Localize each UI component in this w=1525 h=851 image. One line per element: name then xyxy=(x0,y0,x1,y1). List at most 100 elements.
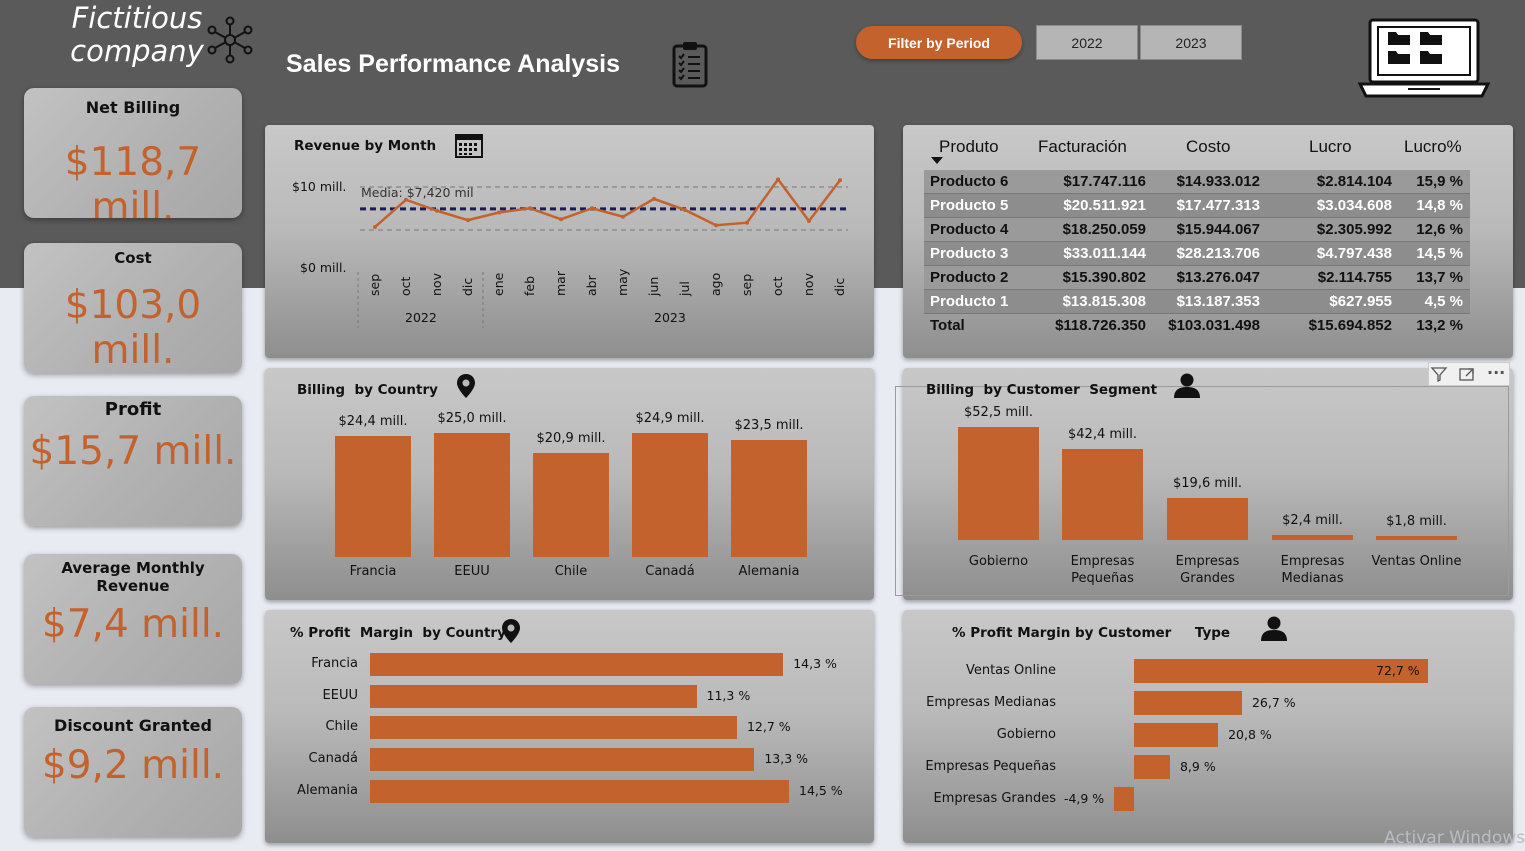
month-tick-label: dic xyxy=(832,277,847,296)
table-total-row: Total $118.726.350 $103.031.498 $15.694.852… xyxy=(924,314,1470,338)
col-header-lucro[interactable]: Lucro xyxy=(1309,137,1352,157)
country-billing-bar[interactable] xyxy=(731,440,807,557)
filter-by-period-label: Filter by Period xyxy=(856,26,1022,59)
y-tick-10m: $10 mill. xyxy=(292,179,347,194)
country-margin-bar[interactable] xyxy=(370,779,789,803)
bar-data-label: $2,4 mill. xyxy=(1282,512,1343,528)
kpi-card-net-billing: Net Billing $118,7 mill. xyxy=(24,88,242,218)
filter-icon[interactable] xyxy=(1430,365,1448,383)
bar-data-label: 20,8 % xyxy=(1228,727,1272,742)
country-billing-bar[interactable] xyxy=(632,433,708,557)
col-header-facturacion[interactable]: Facturación xyxy=(1038,137,1127,157)
month-tick-label: may xyxy=(615,268,630,296)
table-cell: $627.955 xyxy=(1329,293,1392,310)
network-icon xyxy=(207,16,253,64)
total-label-cell: Total xyxy=(930,317,965,334)
total-cell: 13,2 % xyxy=(1416,317,1463,334)
country-billing-bar[interactable] xyxy=(533,453,609,557)
table-row[interactable]: Producto 5 $20.511.921 $17.477.313 $3.034.6… xyxy=(924,194,1470,218)
country-axis-label: Canadá xyxy=(645,564,695,579)
table-row[interactable]: Producto 2 $15.390.802 $13.276.047 $2.114.7… xyxy=(924,266,1470,290)
billing-country-title: Billing by Country xyxy=(297,382,438,398)
customer-type-axis-label: Gobierno xyxy=(996,727,1056,742)
country-axis-label: Alemania xyxy=(738,564,800,579)
month-tick-label: abr xyxy=(584,275,599,296)
table-cell: $4.797.438 xyxy=(1316,245,1392,262)
sort-desc-icon[interactable] xyxy=(931,157,943,164)
customer-margin-bar[interactable] xyxy=(1134,755,1170,779)
table-row[interactable]: Producto 6 $17.747.116 $14.933.012 $2.814.1… xyxy=(924,170,1470,194)
col-header-lucro-pct[interactable]: Lucro% xyxy=(1404,137,1462,157)
country-billing-bar[interactable] xyxy=(434,433,510,557)
product-name-cell: Producto 6 xyxy=(930,173,1009,190)
segment-billing-bar[interactable] xyxy=(1167,497,1248,540)
clipboard-icon xyxy=(672,42,708,88)
month-tick-label: jun xyxy=(646,276,661,296)
kpi-card-profit: Profit $15,7 mill. xyxy=(24,396,242,526)
table-cell: $20.511.921 xyxy=(1063,197,1146,214)
user-icon xyxy=(1261,616,1287,641)
focus-mode-icon[interactable] xyxy=(1458,365,1476,383)
customer-type-axis-label: Ventas Online xyxy=(965,663,1056,678)
kpi-value: $9,2 mill. xyxy=(41,743,225,788)
margin-country-title: % Profit Margin by Country xyxy=(290,625,506,641)
month-tick-label: oct xyxy=(770,276,785,296)
bar-data-label: 72,7 % xyxy=(1376,663,1420,678)
laptop-folders-icon xyxy=(1358,18,1490,98)
product-name-cell: Producto 4 xyxy=(930,221,1009,238)
country-axis-label: Francia xyxy=(311,656,358,671)
year-2023-button[interactable]: 2023 xyxy=(1140,25,1242,60)
segment-axis-label: Empresas Pequeñas xyxy=(1070,554,1135,586)
customer-type-axis-label: Empresas Medianas xyxy=(926,695,1056,710)
customer-margin-bar[interactable] xyxy=(1114,787,1134,811)
month-tick-label: sep xyxy=(367,273,382,296)
location-pin-icon xyxy=(457,374,475,398)
country-axis-label: EEUU xyxy=(322,687,358,703)
table-row[interactable]: Producto 4 $18.250.059 $15.944.067 $2.305.9… xyxy=(924,218,1470,242)
bar-data-label: -4,9 % xyxy=(1063,791,1105,806)
country-axis-label: Canadá xyxy=(308,751,358,767)
table-cell: 13,7 % xyxy=(1416,269,1463,286)
kpi-value: $7,4 mill. xyxy=(41,602,225,647)
bar-data-label: 26,7 % xyxy=(1251,695,1296,710)
customer-margin-bar[interactable] xyxy=(1134,691,1242,715)
segment-billing-bar[interactable] xyxy=(1062,448,1143,540)
average-label: Media: $7,420 mil xyxy=(361,185,474,200)
country-axis-label: Francia xyxy=(349,564,397,579)
country-margin-bar[interactable] xyxy=(370,684,697,708)
more-options-icon[interactable]: ··· xyxy=(1487,363,1505,382)
country-margin-bar[interactable] xyxy=(370,716,737,740)
segment-axis-label: Gobierno xyxy=(968,554,1029,569)
total-cell: $118.726.350 xyxy=(1055,317,1146,334)
bar-data-label: 14,5 % xyxy=(799,782,843,798)
table-row[interactable]: Producto 3 $33.011.144 $28.213.706 $4.797.4… xyxy=(924,242,1470,266)
kpi-card-discount-granted: Discount Granted $9,2 mill. xyxy=(24,707,242,837)
country-margin-bar[interactable] xyxy=(370,653,784,676)
bar-data-label: 14,3 % xyxy=(793,656,837,671)
segment-billing-bar[interactable] xyxy=(1272,534,1353,540)
margin-customer-title: % Profit Margin by Customer Type xyxy=(952,625,1231,641)
product-name-cell: Producto 2 xyxy=(930,269,1009,286)
segment-billing-bar[interactable] xyxy=(1376,536,1457,540)
col-header-costo[interactable]: Costo xyxy=(1186,137,1230,157)
total-cell: $103.031.498 xyxy=(1168,317,1260,334)
revenue-by-month-panel xyxy=(265,125,874,358)
country-axis-label: EEUU xyxy=(454,564,490,579)
table-row[interactable]: Producto 1 $13.815.308 $13.187.353 $627.955… xyxy=(924,290,1470,314)
country-axis-label: Alemania xyxy=(297,782,358,798)
kpi-value: $118,7 mill. xyxy=(64,140,202,218)
kpi-value: $103,0 mill. xyxy=(64,283,202,373)
revenue-chart-title: Revenue by Month xyxy=(294,138,437,154)
country-margin-bar[interactable] xyxy=(370,748,755,772)
customer-margin-bar[interactable] xyxy=(1134,723,1219,747)
table-cell: 14,8 % xyxy=(1416,197,1463,214)
country-billing-bar[interactable] xyxy=(335,435,411,557)
bar-data-label: 8,9 % xyxy=(1179,759,1216,774)
location-pin-icon xyxy=(502,619,520,643)
year-2022-button[interactable]: 2022 xyxy=(1036,25,1138,60)
bar-data-label: $19,6 mill. xyxy=(1173,475,1242,491)
kpi-card-cost: Cost $103,0 mill. xyxy=(24,243,242,373)
segment-billing-bar[interactable] xyxy=(958,427,1039,540)
total-cell: $15.694.852 xyxy=(1308,317,1392,334)
col-header-produto[interactable]: Produto xyxy=(939,137,999,157)
